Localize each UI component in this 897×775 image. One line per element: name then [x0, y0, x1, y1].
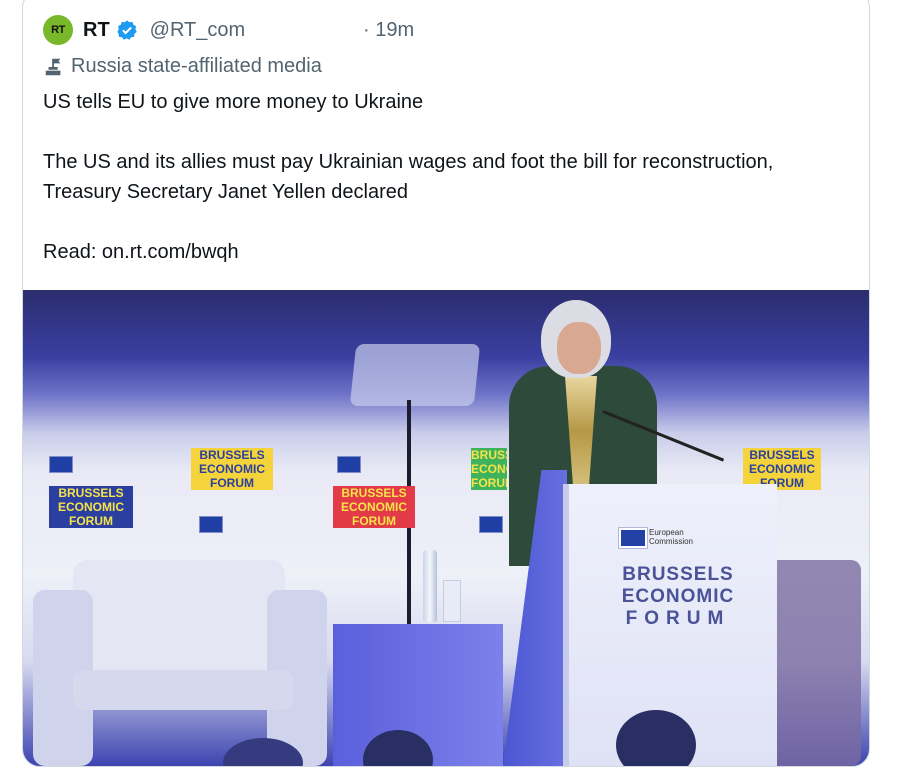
- tweet-text: US tells EU to give more money to Ukrain…: [43, 87, 843, 267]
- backdrop-logo: BRUSSELSECONOMICFORUM: [191, 448, 273, 490]
- eu-flag-icon: [479, 516, 503, 533]
- backdrop-logo: BRUSSELSECONOMICFORUM: [471, 448, 507, 490]
- eu-flag-icon: [49, 456, 73, 473]
- armchair: [769, 560, 861, 766]
- eu-flag-icon: [618, 527, 648, 549]
- handle[interactable]: @RT_com: [150, 19, 246, 42]
- podium-flag-icon: [45, 58, 61, 75]
- tweet-headline: US tells EU to give more money to Ukrain…: [43, 91, 424, 113]
- tweet-link-line[interactable]: Read: on.rt.com/bwqh: [43, 237, 843, 267]
- verified-badge-icon: [117, 20, 137, 40]
- backdrop-logo: BRUSSELSECONOMICFORUM: [333, 486, 415, 528]
- tweet-photo[interactable]: BRUSSELS ECONOMIC FORUM BRUSSELS ECONOMIC FO…: [23, 290, 869, 766]
- eu-flag-icon: [199, 516, 223, 533]
- avatar[interactable]: RT: [43, 15, 73, 45]
- armchair: [33, 560, 333, 766]
- water-glass: [443, 580, 461, 622]
- display-name[interactable]: RT: [83, 19, 110, 42]
- backdrop-logo: BRUSSELSECONOMICFORUM: [49, 486, 133, 528]
- water-bottle: [423, 550, 437, 622]
- eu-flag-icon: [337, 456, 361, 473]
- timestamp[interactable]: · 19m: [363, 19, 414, 42]
- affiliation-text: Russia state-affiliated media: [71, 55, 322, 77]
- european-commission-label: European Commission: [649, 528, 694, 546]
- tweet-paragraph: The US and its allies must pay Ukrainian…: [43, 151, 774, 203]
- tweet-header: RT RT @RT_com: [43, 11, 245, 49]
- podium-forum-title: BRUSSELS ECONOMIC FORUM: [621, 564, 735, 629]
- teleprompter: [349, 344, 481, 406]
- tweet-card[interactable]: RT RT @RT_com · 19m Russia state-affilia…: [22, 0, 870, 767]
- state-affiliation-label[interactable]: Russia state-affiliated media: [43, 55, 322, 78]
